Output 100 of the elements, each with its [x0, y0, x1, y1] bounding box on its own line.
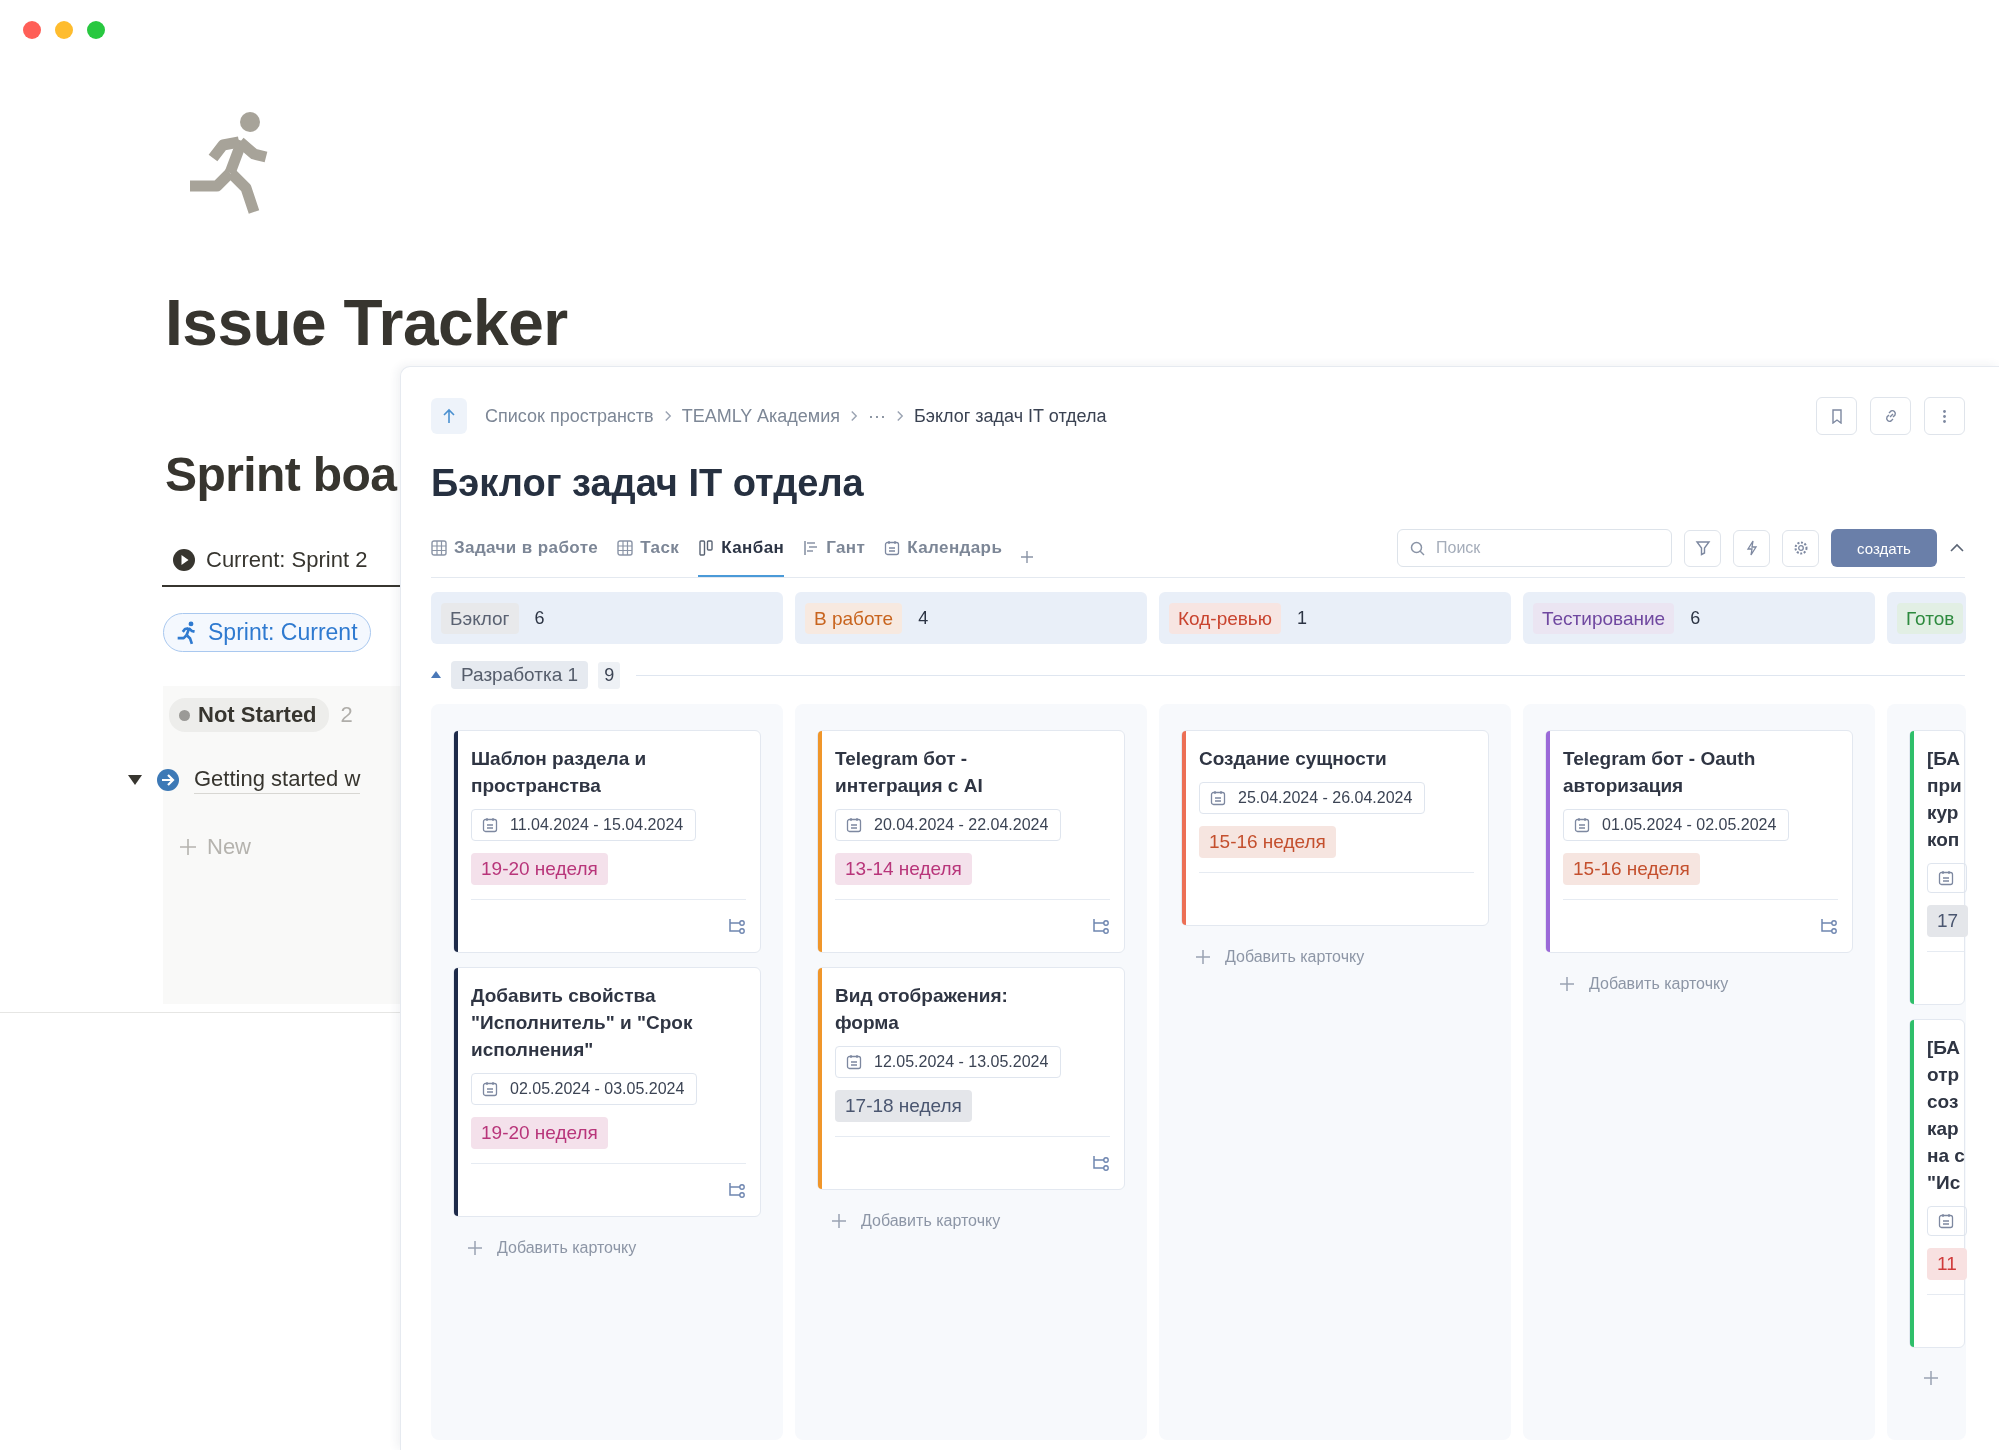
page-title: Issue Tracker [165, 286, 569, 361]
calendar-icon [846, 817, 862, 833]
task-card[interactable]: Вид отображения: форма 12.05.2024 - 13.05.2024 17-18 неделя [817, 967, 1125, 1190]
status-tag: Готов [1897, 602, 1964, 634]
card-title: Добавить свойства "Исполнитель" и "Срок исполнения" [471, 984, 694, 1062]
breadcrumb-link[interactable]: Бэклог задач IT отдела [914, 405, 1107, 427]
swimlane-count: 9 [598, 661, 621, 689]
disclosure-triangle-icon[interactable] [128, 774, 142, 786]
date-chip: 20.04.2024 - 22.04.2024 [835, 809, 1062, 841]
card-title: [БА отр соз кар на с "Ис [1927, 1036, 1966, 1195]
column-count: 4 [918, 607, 929, 629]
status-pill: Not Started [169, 698, 329, 732]
breadcrumb-link[interactable]: TEAMLY Академия [681, 405, 840, 427]
task-card[interactable]: [БА при кур коп 17 [1909, 730, 1965, 1005]
card-title: Шаблон раздела и пространства [471, 747, 648, 798]
card-title: Вид отображения: форма [835, 984, 1009, 1035]
filter-button[interactable] [1684, 529, 1721, 567]
status-tag: Тестирование [1533, 602, 1675, 634]
column-count: 1 [1297, 607, 1308, 629]
view-tab[interactable]: Current: Sprint 2 [162, 547, 400, 587]
more-button[interactable] [1924, 397, 1965, 435]
week-tag: 17 [1927, 905, 1969, 937]
breadcrumb-link[interactable]: Список пространств [485, 405, 654, 427]
calendar-icon [846, 1054, 862, 1070]
swimlane-tag: Разработка 1 [451, 661, 589, 689]
page-link[interactable]: Getting started w [194, 766, 361, 794]
view-tab[interactable]: Задачи в работе [431, 538, 599, 577]
card-title: Telegram бот - интеграция с AI [835, 747, 984, 798]
task-card[interactable]: [БА отр соз кар на с "Ис 11 [1909, 1019, 1965, 1348]
add-icon-button[interactable] [1923, 1370, 1939, 1386]
view-tab[interactable]: Календарь [884, 538, 1003, 577]
board-title: Бэклог задач IT отдела [431, 461, 865, 506]
add-card-button[interactable]: Добавить карточку [1195, 948, 1365, 966]
date-chip: 02.05.2024 - 03.05.2024 [471, 1073, 698, 1105]
link-button[interactable] [1870, 397, 1911, 435]
automation-button[interactable] [1733, 529, 1770, 567]
create-button[interactable]: создать [1831, 529, 1937, 567]
status-tag: Код-ревью [1169, 602, 1281, 634]
plus-icon [1195, 949, 1211, 965]
group-count: 2 [340, 702, 353, 728]
task-card[interactable]: Создание сущности 25.04.2024 - 26.04.2024 15-16 неделя [1181, 730, 1489, 926]
date-chip: 11.04.2024 - 15.04.2024 [471, 809, 697, 841]
calendar-icon [1210, 790, 1226, 806]
task-card[interactable]: Шаблон раздела и пространства 11.04.2024 - 15.04.2024 19-20 неделя [453, 730, 761, 953]
add-card-button[interactable]: Добавить карточку [467, 1239, 637, 1257]
task-card[interactable]: Telegram бот - Oauth авторизация 01.05.2024 - 02.05.2024 15-16 неделя [1545, 730, 1853, 953]
week-tag: 13-14 неделя [835, 853, 972, 885]
calendar-icon [1938, 1213, 1954, 1229]
task-card[interactable]: Добавить свойства "Исполнитель" и "Срок исполнения" 02.05.2024 - 03.05.2024 19-20 неделя [453, 967, 761, 1217]
view-tab[interactable]: Гант [803, 538, 866, 577]
settings-button[interactable] [1782, 529, 1819, 567]
plus-icon[interactable] [1021, 551, 1034, 563]
play-icon [172, 548, 196, 572]
calendar-icon [1574, 817, 1590, 833]
date-chip: 01.05.2024 - 02.05.2024 [1563, 809, 1790, 841]
chevron-right-icon [663, 410, 672, 422]
column-count: 6 [1690, 607, 1701, 629]
kanban-icon [698, 540, 715, 556]
card-title: Telegram бот - Oauth авторизация [1563, 747, 1757, 798]
collapse-triangle-icon[interactable] [431, 671, 441, 679]
plus-icon [831, 1213, 847, 1229]
calendar-icon [482, 1081, 498, 1097]
arrow-up-icon [442, 408, 456, 424]
week-tag: 15-16 неделя [1199, 826, 1336, 858]
bookmark-button[interactable] [1816, 397, 1857, 435]
more-icon [1943, 409, 1946, 423]
table-icon [617, 540, 634, 556]
breadcrumb-link[interactable]: ··· [868, 405, 886, 427]
week-tag: 15-16 неделя [1563, 853, 1700, 885]
add-card-button[interactable]: Добавить карточку [831, 1212, 1001, 1230]
settings-icon [1792, 540, 1809, 556]
calendar-icon [482, 817, 498, 833]
week-tag: 17-18 неделя [835, 1090, 972, 1122]
week-tag: 11 [1927, 1248, 1967, 1280]
week-tag: 19-20 неделя [471, 1117, 608, 1149]
minimize-button[interactable] [55, 21, 73, 39]
close-button[interactable] [23, 21, 41, 39]
card-title: [БА при кур коп [1927, 747, 1963, 852]
add-card-button[interactable]: Добавить карточку [1559, 975, 1729, 993]
status-tag: Бэклог [441, 602, 519, 634]
chevron-right-icon [850, 410, 858, 422]
chevron-right-icon [896, 410, 904, 422]
task-card[interactable]: Telegram бот - интеграция с AI 20.04.2024 - 22.04.2024 13-14 неделя [817, 730, 1125, 953]
plus-icon [1923, 1370, 1939, 1386]
plus-icon [179, 838, 197, 856]
date-chip: 12.05.2024 - 13.05.2024 [835, 1046, 1062, 1078]
view-tab[interactable]: Таск [617, 538, 680, 577]
search-field[interactable]: Поиск [1397, 529, 1672, 567]
view-tab[interactable]: Канбан [698, 538, 785, 577]
search-icon [1410, 541, 1425, 556]
up-button[interactable] [431, 398, 467, 434]
filter-chip[interactable]: Sprint: Current [163, 613, 371, 652]
plus-icon [467, 1240, 483, 1256]
collapse-chevron-icon[interactable] [1949, 543, 1965, 553]
calendar-icon [884, 540, 901, 556]
runner-icon [176, 620, 198, 645]
maximize-button[interactable] [87, 21, 105, 39]
filter-icon [1694, 540, 1711, 556]
week-tag: 19-20 неделя [471, 853, 608, 885]
calendar-icon [1938, 870, 1954, 886]
